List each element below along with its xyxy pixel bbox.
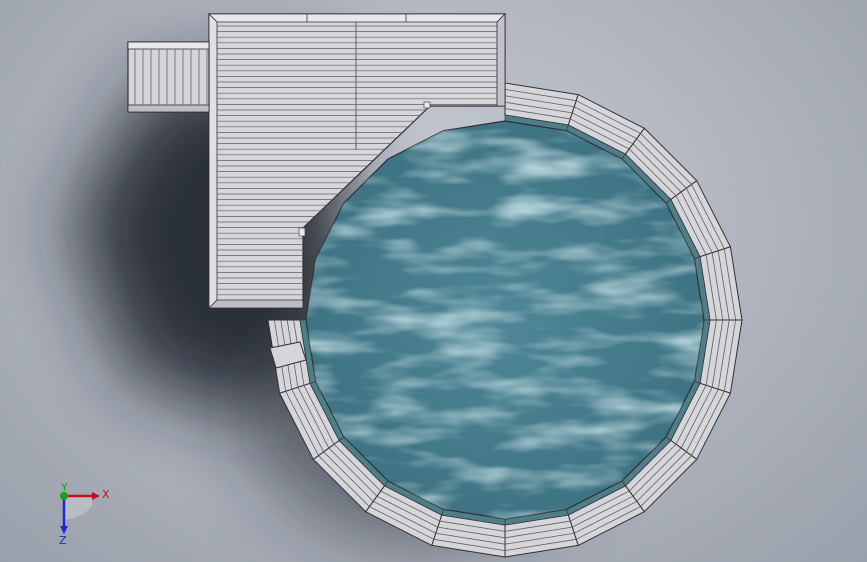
triad-plane (64, 496, 92, 520)
graphics-viewport[interactable]: X Y Z (0, 0, 867, 562)
model-scene[interactable] (0, 0, 867, 562)
z-axis-label: Z (59, 534, 67, 547)
x-arrow-icon (92, 492, 100, 500)
x-axis-label: X (102, 488, 110, 501)
z-arrow-icon (60, 526, 68, 534)
y-axis-label: Y (60, 481, 68, 494)
stair-landing[interactable] (127, 41, 210, 113)
coordinate-triad: X Y Z (48, 478, 118, 548)
